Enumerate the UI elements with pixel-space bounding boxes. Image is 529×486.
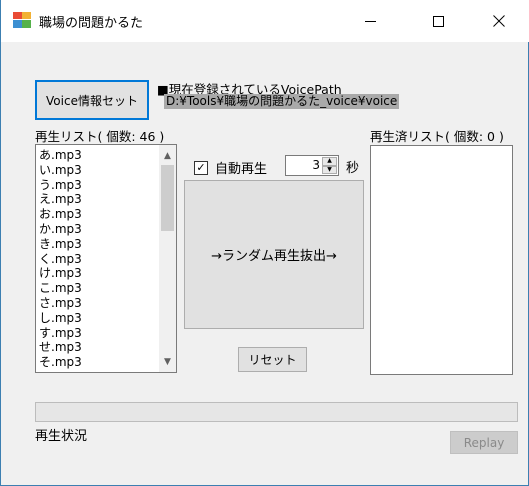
list-item[interactable]: さ.mp3 [39,296,157,311]
play-list-scrollbar[interactable]: ▲ ▼ [159,145,176,372]
list-item[interactable]: え.mp3 [39,192,157,207]
close-button[interactable] [476,0,522,42]
random-play-extract-button[interactable]: →ランダム再生抜出→ [184,180,364,329]
list-item[interactable]: せ.mp3 [39,340,157,355]
list-item[interactable]: く.mp3 [39,252,157,267]
minimize-icon [364,20,376,22]
list-item[interactable]: す.mp3 [39,326,157,341]
list-item[interactable]: そ.mp3 [39,355,157,370]
list-item[interactable]: き.mp3 [39,237,157,252]
minimize-button[interactable] [347,0,393,42]
voice-path-value: D:¥Tools¥職場の問題かるた_voice¥voice [164,94,400,109]
close-icon [493,15,505,27]
auto-play-label: 自動再生 [215,162,268,177]
play-list[interactable]: あ.mp3 い.mp3 う.mp3 え.mp3 お.mp3 か.mp3 き.mp3 く.mp3… [35,144,177,373]
list-item[interactable]: け.mp3 [39,266,157,281]
list-item[interactable]: あ.mp3 [39,148,157,163]
main-window: 職場の問題かるた Voice情報セット ■現在登録されているVoicePath … [0,0,529,486]
auto-play-checkbox[interactable]: ✓ [194,160,208,175]
list-item[interactable]: う.mp3 [39,178,157,193]
interval-unit-label: 秒 [346,161,360,176]
scroll-down-icon[interactable]: ▼ [159,353,176,370]
list-item[interactable]: こ.mp3 [39,281,157,296]
scroll-thumb[interactable] [161,165,174,231]
playback-status-label: 再生状況 [35,429,88,444]
play-list-label: 再生リスト( 個数: 46 ) [35,129,165,144]
list-item[interactable]: お.mp3 [39,207,157,222]
auto-play-option[interactable]: ✓ 自動再生 [194,158,267,177]
playback-progress-bar [35,402,518,422]
spin-up-icon[interactable]: ▲ [322,157,337,166]
maximize-button[interactable] [415,0,461,42]
reset-button[interactable]: リセット [238,347,307,372]
interval-value[interactable]: 3 [290,158,320,172]
replay-button[interactable]: Replay [450,431,518,454]
list-item[interactable]: し.mp3 [39,311,157,326]
list-item[interactable]: か.mp3 [39,222,157,237]
window-title: 職場の問題かるた [39,16,144,31]
play-list-items: あ.mp3 い.mp3 う.mp3 え.mp3 お.mp3 か.mp3 き.mp3 く.mp3… [39,148,157,370]
maximize-icon [432,15,444,27]
title-bar: 職場の問題かるた [1,0,529,42]
played-list[interactable] [370,145,513,375]
interval-spinner[interactable]: 3 ▲ ▼ [285,155,339,176]
list-item[interactable]: い.mp3 [39,163,157,178]
voice-info-set-button[interactable]: Voice情報セット [35,80,149,120]
check-icon: ✓ [196,161,206,174]
scroll-up-icon[interactable]: ▲ [159,147,176,164]
app-grid-icon [13,12,31,28]
played-list-label: 再生済リスト( 個数: 0 ) [370,129,504,144]
spin-down-icon[interactable]: ▼ [322,165,337,174]
